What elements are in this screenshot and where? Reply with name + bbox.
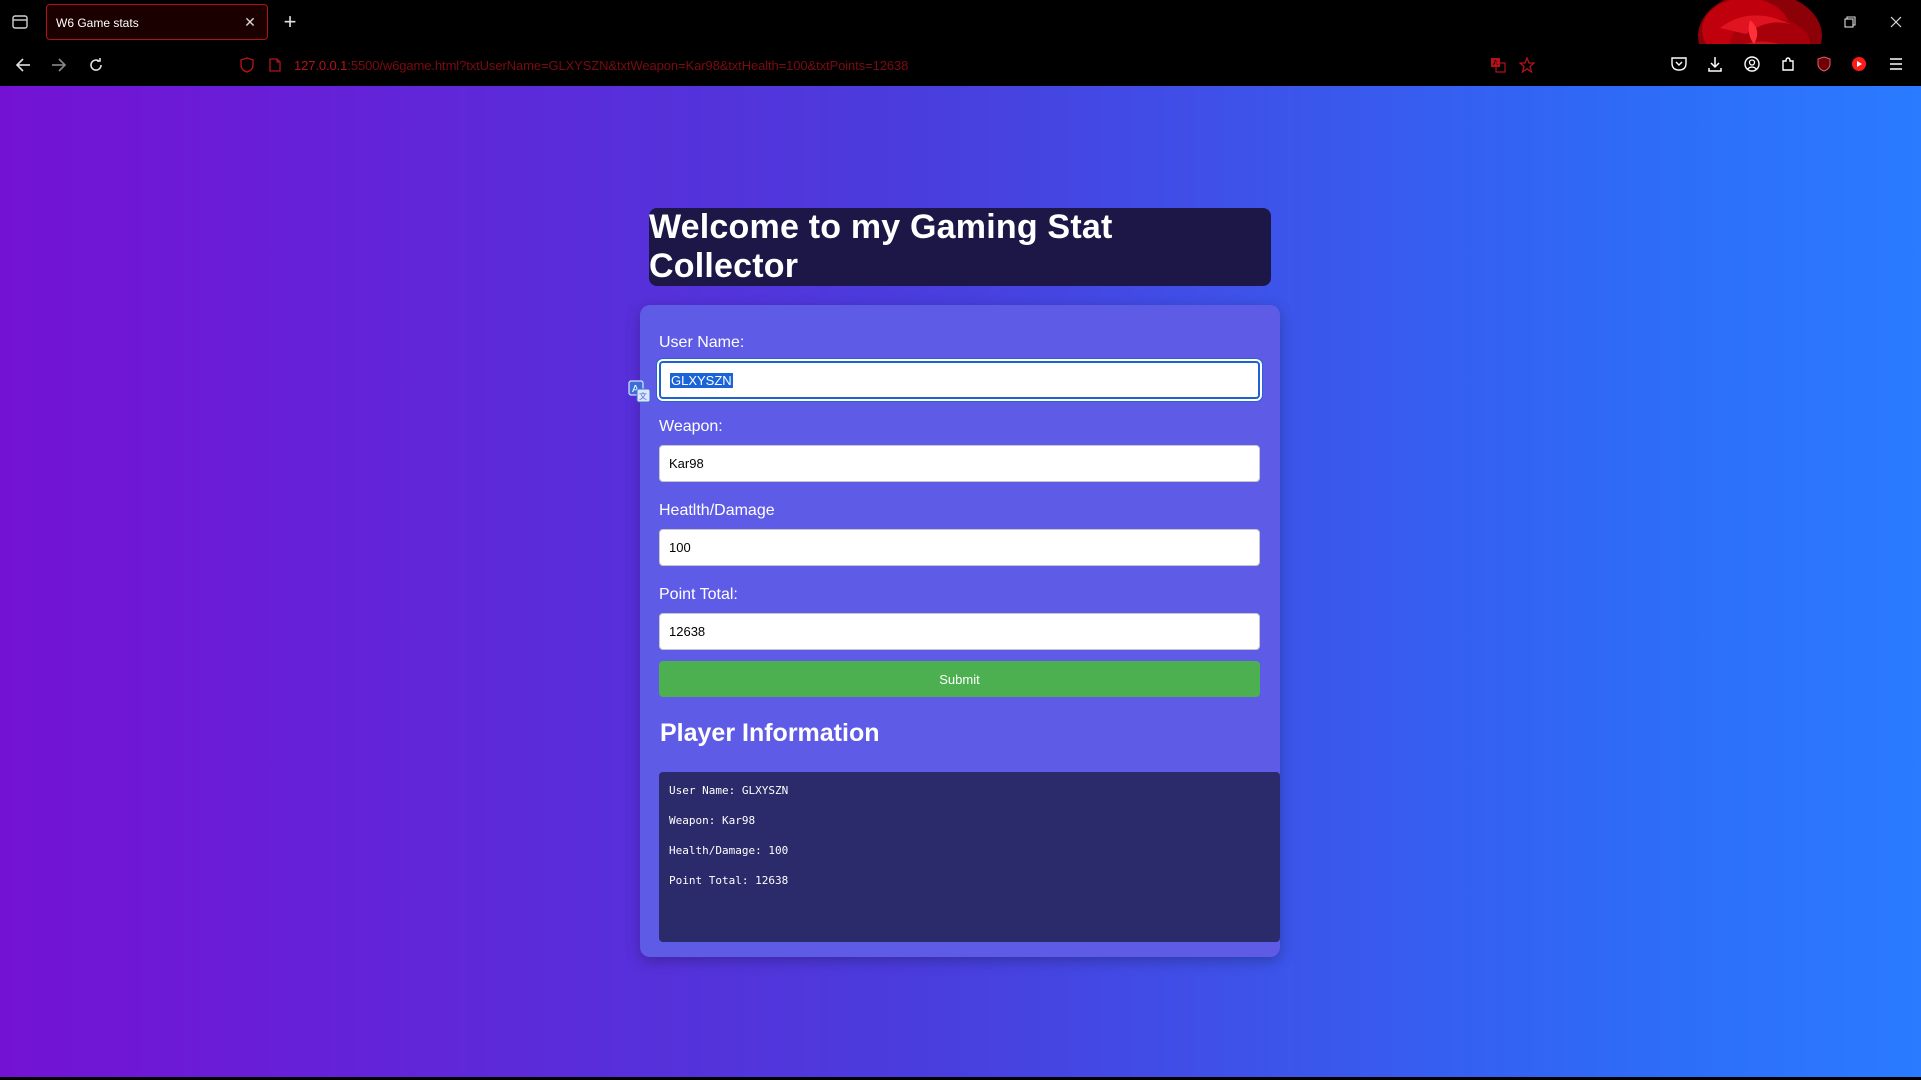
browser-tab-active[interactable]: W6 Game stats ✕ [46,4,268,40]
tab-close-icon[interactable]: ✕ [241,12,259,32]
info-line-username: User Name: GLXYSZN [669,784,789,797]
tab-list-icon[interactable] [8,11,32,33]
health-label: Heatlth/Damage [659,502,775,519]
page-viewport: Welcome to my Gaming Stat Collector User… [0,86,1921,1080]
player-info-output: User Name: GLXYSZN Weapon: Kar98 Health/… [659,772,1280,942]
page-info-icon[interactable] [266,56,284,74]
tab-title: W6 Game stats [56,16,139,30]
close-window-icon[interactable] [1882,10,1910,34]
weapon-value: Kar98 [669,456,704,471]
new-tab-icon[interactable]: + [280,9,300,34]
ublock-icon[interactable] [1813,53,1835,75]
page-title: Welcome to my Gaming Stat Collector [649,208,1113,285]
weapon-input[interactable]: Kar98 [659,445,1260,482]
bookmark-star-icon[interactable] [1518,56,1536,74]
player-info-title: Player Information [660,719,880,747]
points-value: 12638 [669,624,706,639]
info-line-points: Point Total: 12638 [669,874,789,887]
health-input[interactable]: 100 [659,529,1260,566]
submit-button[interactable]: Submit [659,661,1260,697]
translate-icon[interactable]: A [1489,56,1507,74]
info-line-health: Health/Damage: 100 [669,844,789,857]
svg-text:文: 文 [639,391,647,401]
browser-tab-bar: W6 Game stats ✕ + [0,0,1921,44]
url-path: :5500/w6game.html?txtUserName=GLXYSZN&tx… [347,58,909,73]
url-host: 127.0.0.1 [294,58,348,73]
back-arrow-icon[interactable] [10,53,36,77]
forward-arrow-icon[interactable] [46,53,72,77]
weapon-label: Weapon: [659,418,723,435]
download-icon[interactable] [1704,53,1726,75]
account-icon[interactable] [1741,53,1763,75]
points-label: Point Total: [659,586,738,603]
browser-nav-bar: 127.0.0.1:5500/w6game.html?txtUserName=G… [0,44,1921,86]
points-input[interactable]: 12638 [659,613,1260,650]
stat-form-card: User Name: GLXYSZN Weapon: Kar98 Heatlth… [640,305,1280,957]
username-input[interactable]: GLXYSZN [659,361,1260,399]
extensions-icon[interactable] [1777,53,1799,75]
info-line-weapon: Weapon: Kar98 [669,814,756,827]
youtube-extension-icon[interactable] [1848,53,1870,75]
username-label: User Name: [659,334,745,351]
menu-hamburger-icon[interactable] [1885,53,1907,75]
reload-icon[interactable] [83,53,109,77]
address-bar[interactable]: 127.0.0.1:5500/w6game.html?txtUserName=G… [232,50,1535,80]
translate-selection-icon[interactable]: A 文 [628,380,652,404]
pocket-icon[interactable] [1668,53,1690,75]
shield-icon[interactable] [238,56,256,74]
page-header: Welcome to my Gaming Stat Collector [649,208,1271,286]
health-value: 100 [669,540,691,555]
url-text[interactable]: 127.0.0.1:5500/w6game.html?txtUserName=G… [294,58,908,73]
username-value: GLXYSZN [670,372,733,388]
